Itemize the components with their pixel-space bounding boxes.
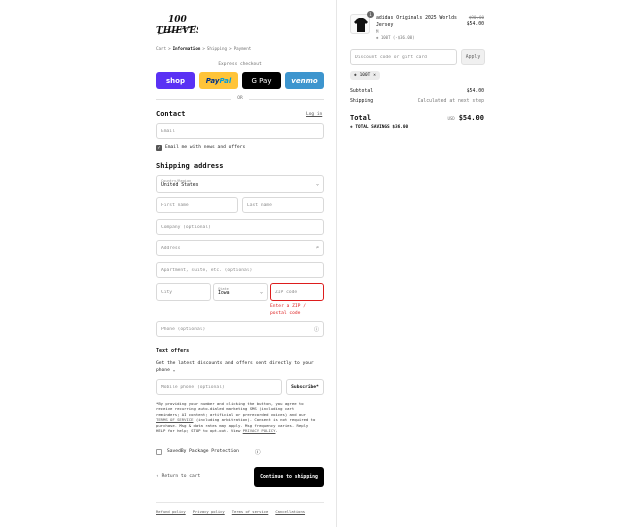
tag-icon: ◈ (376, 35, 379, 40)
total-label: Total (350, 114, 372, 122)
mobile-phone-input[interactable] (161, 384, 277, 390)
svg-text:100: 100 (168, 15, 188, 25)
apartment-input[interactable] (161, 267, 319, 273)
city-input[interactable] (161, 289, 206, 295)
product-name: adidas Originals 2025 Worlds Jersey (376, 16, 457, 28)
apartment-field[interactable] (156, 262, 324, 278)
shipping-label: Shipping (350, 99, 374, 104)
terms-of-service-link[interactable]: TERMS OF SERVICE (156, 417, 193, 422)
last-name-field[interactable] (242, 197, 324, 213)
subtotal-label: Subtotal (350, 89, 374, 94)
quantity-badge: 1 (367, 11, 374, 18)
phone-field[interactable]: ⓘ (156, 321, 324, 337)
subscribe-button[interactable]: Subscribe* (286, 379, 324, 395)
order-summary: 1 adidas Originals 2025 Worlds Jersey M … (336, 0, 640, 527)
footer-links: Refund policy Privacy policy Terms of serv… (156, 509, 312, 514)
original-price: $90.00 (468, 15, 484, 20)
total-savings: ◈ TOTAL SAVINGS $36.00 (350, 125, 409, 130)
address-input[interactable] (161, 245, 316, 251)
privacy-policy-link[interactable]: PRIVACY POLICY (243, 428, 276, 433)
discount-code-input[interactable] (355, 54, 452, 60)
breadcrumb-cart[interactable]: Cart (156, 46, 166, 51)
contact-heading: Contact (156, 110, 186, 118)
footer-divider (156, 502, 324, 503)
apply-button[interactable]: Apply (461, 49, 485, 65)
or-divider: OR (156, 96, 324, 102)
city-field[interactable] (156, 283, 211, 301)
total-value: $54.00 (458, 114, 484, 122)
currency-code: USD (447, 116, 455, 121)
mobile-phone-field[interactable] (156, 379, 282, 395)
express-checkout-label: Express checkout (218, 62, 262, 67)
product-thumbnail (350, 14, 370, 34)
breadcrumb-information: Information (172, 46, 201, 51)
zip-error-message: Enter a ZIP / postal code (270, 304, 306, 316)
chevron-down-icon[interactable]: ⌄ (173, 368, 176, 373)
svg-text:THIEVES: THIEVES (156, 26, 198, 35)
email-field[interactable] (156, 123, 324, 139)
total-amount: USD $54.00 (447, 114, 484, 122)
breadcrumb-shipping: Shipping (206, 46, 228, 51)
phone-input[interactable] (161, 326, 314, 332)
product-discount: ◈ 100T (-$36.00) (376, 35, 415, 40)
shop-pay-button[interactable]: shop (156, 72, 195, 89)
product-price: $54.00 (466, 22, 484, 27)
text-offers-heading: Text offers (156, 348, 190, 354)
refund-policy-link[interactable]: Refund policy (156, 509, 186, 514)
news-checkbox-label: Email me with news and offers (165, 145, 246, 150)
tag-icon: ◈ (354, 73, 357, 78)
venmo-button[interactable]: venmo (285, 72, 324, 89)
company-field[interactable] (156, 219, 324, 235)
chevron-left-icon: ‹ (156, 474, 159, 479)
return-to-cart-link[interactable]: ‹ Return to cart (156, 474, 200, 479)
savedby-checkbox[interactable] (156, 449, 162, 455)
first-name-input[interactable] (161, 202, 233, 208)
info-icon[interactable]: ⓘ (255, 448, 261, 456)
shipping-value: Calculated at next step (417, 99, 484, 104)
chevron-down-icon: ⌄ (315, 181, 319, 187)
discount-code-field[interactable] (350, 49, 457, 65)
last-name-input[interactable] (247, 202, 319, 208)
sms-legal-text: *By providing your number and clicking t… (156, 401, 316, 434)
help-circle-icon[interactable]: ⓘ (314, 326, 319, 333)
terms-of-service-footer-link[interactable]: Terms of service (232, 509, 269, 514)
text-offers-description: Get the latest discounts and offers sent… (156, 361, 314, 373)
jersey-image (354, 18, 368, 32)
breadcrumb: Cart > Information > Shipping > Payment (156, 46, 252, 51)
privacy-policy-footer-link[interactable]: Privacy policy (193, 509, 225, 514)
tag-icon: ◈ (350, 125, 353, 130)
applied-discount-chip: ◈ 100T ✕ (350, 71, 380, 80)
state-select[interactable]: State Iowa ⌄ (213, 283, 268, 301)
paypal-button[interactable]: Pay Pal (199, 72, 238, 89)
first-name-field[interactable] (156, 197, 238, 213)
login-link[interactable]: Log in (306, 112, 322, 117)
shipping-heading: Shipping address (156, 162, 224, 170)
checkout-main: 100 THIEVES Cart > Information > Shipping > Pa… (0, 0, 336, 527)
product-variant: M (376, 29, 379, 34)
country-select[interactable]: Country/Region United States ⌄ (156, 175, 324, 193)
cancellations-link[interactable]: Cancellations (275, 509, 305, 514)
search-icon: ⌕ (315, 245, 319, 251)
continue-to-shipping-button[interactable]: Continue to shipping (254, 467, 324, 487)
close-icon[interactable]: ✕ (373, 73, 376, 78)
breadcrumb-payment: Payment (233, 46, 252, 51)
email-input[interactable] (161, 128, 319, 134)
address-field[interactable]: ⌕ (156, 240, 324, 256)
savedby-label: SavedBy Package Protection (167, 449, 239, 454)
subtotal-value: $54.00 (466, 89, 484, 94)
news-checkbox[interactable]: ✓ (156, 145, 162, 151)
company-input[interactable] (161, 224, 319, 230)
zip-input[interactable] (275, 289, 319, 295)
zip-field[interactable] (270, 283, 324, 301)
brand-logo[interactable]: 100 THIEVES (156, 13, 198, 35)
chevron-down-icon: ⌄ (259, 289, 263, 295)
google-pay-button[interactable]: G Pay (242, 72, 281, 89)
